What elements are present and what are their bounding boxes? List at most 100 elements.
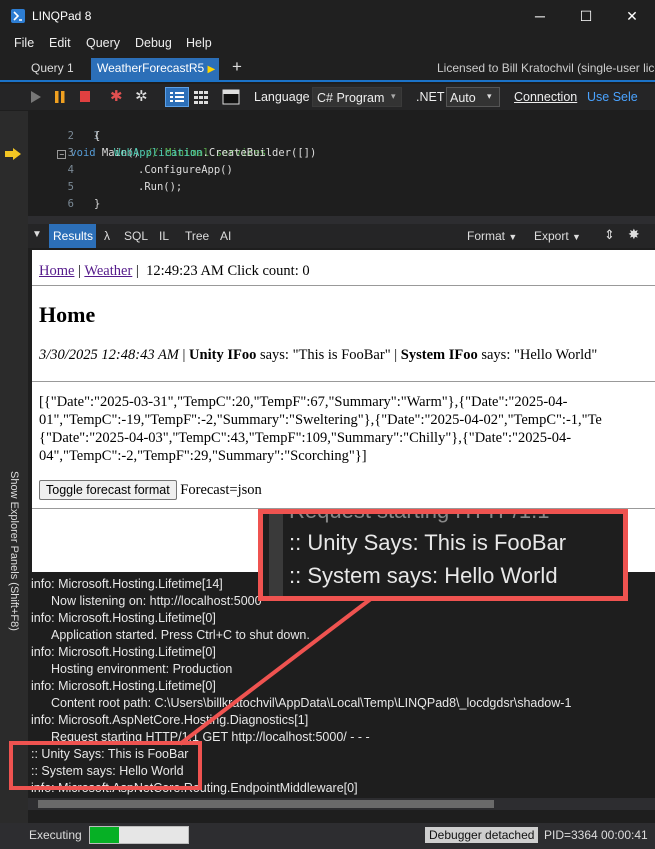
app-title: LINQPad 8: [32, 9, 92, 23]
tab-tree[interactable]: Tree: [185, 229, 209, 243]
tab-ai[interactable]: AI: [220, 229, 231, 243]
unity-label: Unity IFoo: [189, 347, 257, 363]
code-text: }: [94, 198, 101, 210]
close-button[interactable]: ✕: [609, 0, 655, 32]
stop-icon[interactable]: [79, 90, 91, 104]
tab-weatherforecast[interactable]: WeatherForecastR5 ▶: [91, 58, 220, 80]
use-select-link[interactable]: Use Sele: [587, 90, 638, 104]
callout-unity-line: :: Unity Says: This is FooBar: [289, 530, 567, 555]
export-label: Export: [534, 229, 569, 243]
console-line: Content root path: C:\Users\billkratochv…: [51, 696, 572, 710]
scrollbar-thumb[interactable]: [38, 800, 494, 808]
console-line: Application started. Press Ctrl+C to shu…: [51, 628, 310, 642]
chevron-down-icon: ▼: [572, 232, 581, 242]
line-number: 4: [67, 164, 74, 176]
linqpad-logo-icon: [11, 9, 25, 23]
results-tab-bar: ▼ Results λ SQL IL Tree AI Format ▼ Expo…: [28, 224, 655, 248]
code-line: 5 .Run();: [28, 179, 655, 196]
code-line: 4 .ConfigureApp(): [28, 162, 655, 179]
menu-file[interactable]: File: [14, 36, 34, 50]
json-line: {"Date":"2025-04-03","TempC":43,"TempF":…: [39, 430, 572, 446]
menu-debug[interactable]: Debug: [135, 36, 172, 50]
console-line: info: Microsoft.Hosting.Lifetime[0]: [31, 645, 216, 659]
code-line: 1 − void Main() // Minimal services: [28, 111, 655, 159]
zoom-callout: Request starting HTTP/1.1 :: Unity Says:…: [258, 509, 628, 601]
license-text: Licensed to Bill Kratochvil (single-user…: [437, 61, 655, 75]
language-value: C# Program: [317, 91, 385, 105]
json-line: 01","TempC":-19,"TempF":-2,"Summary":"Sw…: [39, 412, 602, 428]
net-select[interactable]: Auto ▾: [446, 87, 500, 107]
chevron-down-icon: ▼: [508, 232, 518, 242]
nav-bar: Home | Weather | 12:49:23 AM Click count…: [39, 263, 310, 280]
code-text: {: [94, 130, 101, 142]
sort-arrows-icon[interactable]: ⇕: [604, 227, 615, 243]
nav-separator: |: [78, 263, 81, 279]
language-select[interactable]: C# Program ▾: [312, 87, 402, 107]
nav-weather-link[interactable]: Weather: [84, 263, 132, 279]
show-explorer-panels[interactable]: Show Explorer Panels (Shift+F8): [0, 471, 28, 651]
net-value: Auto: [450, 91, 476, 105]
elapsed-time: 00:00:41: [601, 828, 648, 842]
splitter[interactable]: [28, 216, 655, 224]
line-number: 2: [67, 130, 74, 142]
menu-edit[interactable]: Edit: [49, 36, 71, 50]
pause-icon[interactable]: [54, 90, 66, 104]
system-text: says: "Hello World": [477, 347, 598, 363]
status-executing: Executing: [29, 828, 82, 842]
tab-results-label: Results: [53, 229, 94, 243]
line-number: 6: [67, 198, 74, 210]
expand-icon[interactable]: ✸: [628, 226, 640, 243]
nav-home-link[interactable]: Home: [39, 263, 74, 279]
tab-sql[interactable]: SQL: [124, 229, 148, 243]
menu-bar: File Edit Query Debug Help: [0, 32, 655, 56]
toolbar: ✱ ✲ Language C# Program ▾ .NET Auto ▾ Co…: [0, 84, 655, 110]
table-grid-icon[interactable]: [193, 89, 209, 105]
menu-help[interactable]: Help: [186, 36, 212, 50]
code-line: 6}: [28, 196, 655, 213]
callout-partial-line: Request starting HTTP/1.1: [289, 509, 550, 523]
list-grid-icon: [170, 92, 184, 102]
collapse-results-icon[interactable]: ▼: [32, 229, 42, 240]
tab-lambda[interactable]: λ: [104, 229, 110, 243]
tab-il[interactable]: IL: [159, 229, 169, 243]
tab-results[interactable]: Results: [49, 224, 96, 248]
language-label: Language: [254, 90, 310, 104]
progress-fill: [90, 827, 120, 843]
divider: [32, 285, 655, 286]
current-line-arrow-icon: [5, 148, 21, 160]
minimize-button[interactable]: ─: [517, 0, 563, 32]
tab-query-1[interactable]: Query 1: [25, 58, 80, 80]
chevron-down-icon: ▾: [391, 91, 396, 101]
export-menu[interactable]: Export ▼: [534, 229, 581, 243]
format-menu[interactable]: Format ▼: [467, 229, 517, 243]
json-line: [{"Date":"2025-03-31","TempC":20,"TempF"…: [39, 394, 568, 410]
highlight-box: [9, 741, 202, 790]
connection-label[interactable]: Connection: [514, 90, 577, 104]
run-triangle-icon: ▶: [207, 64, 216, 75]
menu-query[interactable]: Query: [86, 36, 120, 50]
status-bar: Executing Debugger detached PID=3364 00:…: [0, 823, 655, 849]
page-heading: Home: [39, 302, 96, 327]
console-line: info: Microsoft.Hosting.Lifetime[0]: [31, 611, 216, 625]
horizontal-scrollbar[interactable]: [28, 798, 655, 810]
debugger-status-badge: Debugger detached: [425, 827, 539, 843]
chevron-down-icon: ▾: [487, 91, 492, 101]
maximize-button[interactable]: ☐: [563, 0, 609, 32]
divider: [32, 381, 655, 382]
bug-outline-icon[interactable]: ✲: [135, 87, 148, 105]
run-icon[interactable]: [30, 90, 42, 104]
net-label: .NET: [416, 90, 445, 104]
code-editor[interactable]: 1 − void Main() // Minimal services 2 { 3W…: [28, 111, 655, 216]
toggle-forecast-button[interactable]: Toggle forecast format: [39, 480, 177, 500]
console-line: info: Microsoft.AspNetCore.Hosting.Diagn…: [31, 713, 309, 727]
add-tab-button[interactable]: +: [232, 57, 242, 77]
panel-toggle-icon[interactable]: [222, 89, 240, 105]
callout-gutter: [269, 514, 283, 596]
grid-results-button[interactable]: [165, 87, 189, 107]
bug-icon[interactable]: ✱: [110, 87, 123, 105]
json-line: 04","TempC":-2,"TempF":29,"Summary":"Sco…: [39, 448, 367, 464]
code-line: 3 WebApplication.CreateBuilder([]): [28, 145, 655, 162]
explorer-sidebar[interactable]: Show Explorer Panels (Shift+F8): [0, 111, 28, 825]
system-label: System IFoo: [400, 347, 478, 363]
nav-separator: |: [135, 263, 139, 279]
